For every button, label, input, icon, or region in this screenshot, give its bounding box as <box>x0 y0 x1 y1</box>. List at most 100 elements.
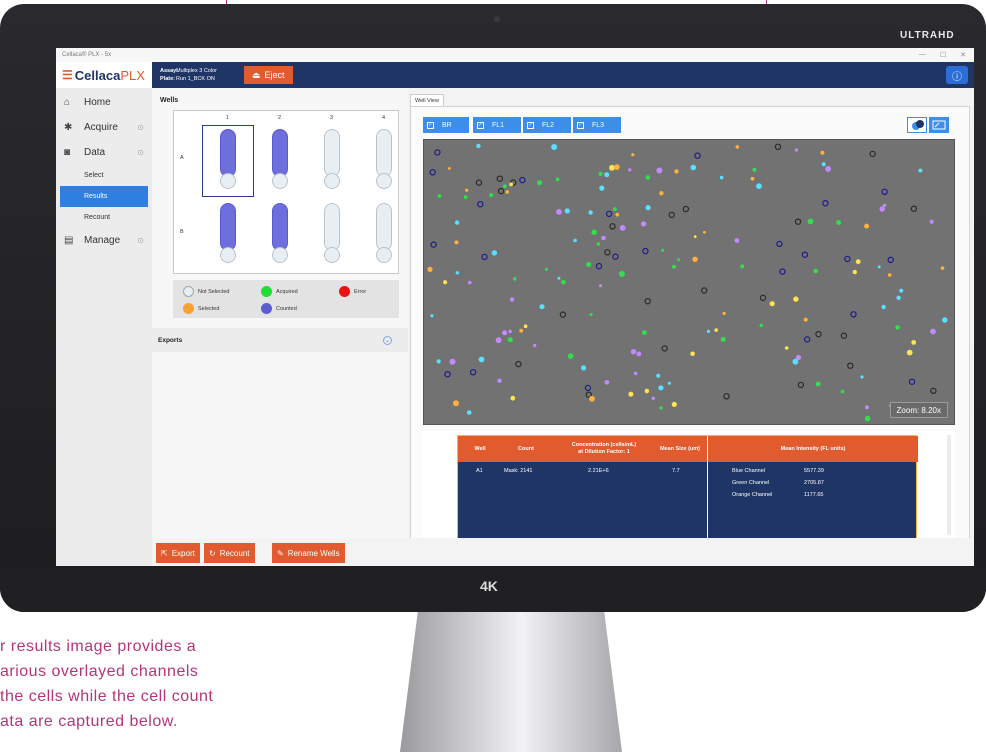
cell-marker <box>661 248 665 252</box>
cell-marker <box>850 311 857 318</box>
4k-badge: 4K <box>480 578 498 594</box>
view-tool-button[interactable] <box>929 117 949 133</box>
well-b3[interactable] <box>324 203 340 251</box>
cell-marker <box>533 343 537 348</box>
export-button[interactable]: ⇱ Export <box>156 543 200 563</box>
cell-marker <box>677 258 680 261</box>
column-header: 4 <box>382 115 386 121</box>
cell-marker <box>840 389 845 394</box>
well-a2-cap <box>272 173 288 189</box>
nav-home[interactable]: ⌂ Home <box>56 90 152 115</box>
maximize-button[interactable]: ☐ <box>940 51 946 59</box>
minimize-button[interactable]: — <box>919 51 926 59</box>
cell-marker <box>929 219 934 224</box>
plate-value: Run 1_BCK ON <box>176 76 215 82</box>
assay-info: Assay:Multiplex 3 Color Plate:Run 1_BCK … <box>160 67 240 83</box>
app-header: ☰ Cellaca PLX Assay:Multiplex 3 Color Pla… <box>56 62 974 88</box>
well-a3-cap <box>324 173 340 189</box>
cell-marker <box>644 297 651 305</box>
cell-marker <box>449 358 456 365</box>
cell-marker <box>942 317 948 323</box>
cell-marker <box>573 238 577 243</box>
legend-not-selected: Not Selected <box>183 286 230 297</box>
cell-marker <box>694 152 701 159</box>
cell-marker <box>813 268 818 274</box>
nav-data[interactable]: ◙ Data ⊙ <box>56 140 152 165</box>
cell-marker <box>779 268 786 275</box>
cell-marker <box>803 317 808 322</box>
cell-marker <box>586 262 592 267</box>
well-a1[interactable] <box>220 129 236 177</box>
well-a2[interactable] <box>272 129 288 177</box>
channel-toggle-fl2[interactable]: ✓ FL2 <box>523 117 571 133</box>
eject-button[interactable]: ⏏ Eject <box>244 66 293 84</box>
cell-marker <box>434 149 441 156</box>
nav-manage[interactable]: ▤ Manage ⊙ <box>56 228 152 253</box>
channel-toggle-fl3[interactable]: ✓ FL3 <box>573 117 621 133</box>
well-b1[interactable] <box>220 203 236 251</box>
close-button[interactable]: ✕ <box>960 51 966 59</box>
cell-marker <box>642 247 649 255</box>
cell-marker <box>437 194 442 198</box>
cell-marker <box>692 256 698 262</box>
cell-marker <box>682 205 690 213</box>
cell-marker <box>636 351 642 357</box>
cell-marker <box>436 359 441 364</box>
cell-marker <box>774 143 782 151</box>
acquired-swatch <box>261 286 272 297</box>
channel-toggle-br[interactable]: ✓ BR <box>423 117 469 133</box>
cell-marker <box>821 162 826 167</box>
recount-button[interactable]: ↻ Recount <box>204 543 255 563</box>
cell-marker <box>752 167 757 172</box>
cell-marker <box>591 229 597 235</box>
well-a3[interactable] <box>324 129 340 177</box>
results-scrollbar[interactable] <box>947 435 951 535</box>
nav-results[interactable]: Results <box>60 186 148 207</box>
exports-section[interactable]: Exports ⌄ <box>152 328 408 352</box>
info-button[interactable]: ⓘ <box>946 66 968 84</box>
cell-marker <box>659 406 663 410</box>
cell-marker <box>908 378 916 385</box>
cell-marker <box>658 385 664 391</box>
cell-marker <box>797 381 805 389</box>
dilution-label: at Dilution Factor: 1 <box>578 449 630 455</box>
cell-marker <box>672 264 676 269</box>
cell-marker <box>918 168 923 173</box>
intensity-channel: Green Channel <box>732 480 770 486</box>
cell-marker <box>455 271 460 275</box>
legend-selected: Selected <box>183 303 219 314</box>
export-label: Export <box>171 548 195 558</box>
overlay-tool-button[interactable] <box>907 117 927 133</box>
nav-home-label: Home <box>84 97 111 108</box>
well-image[interactable]: Zoom: 8.20x <box>423 139 955 425</box>
cell-marker <box>656 373 661 378</box>
well-a4[interactable] <box>376 129 392 177</box>
rename-wells-button[interactable]: ✎ Rename Wells <box>272 543 345 563</box>
window-title: Cellaca® PLX - 5x <box>62 52 112 58</box>
cell-marker <box>628 391 634 397</box>
cell-marker <box>822 200 829 207</box>
cell-marker <box>836 220 842 225</box>
well-b2[interactable] <box>272 203 288 251</box>
cell-marker <box>722 311 726 315</box>
cell-marker <box>481 253 488 261</box>
cell-marker <box>478 356 485 363</box>
legend-label: Acquired <box>276 288 298 295</box>
nav-acquire[interactable]: ✱ Acquire ⊙ <box>56 115 152 140</box>
cell-marker <box>427 266 433 272</box>
nav-select[interactable]: Select <box>60 165 148 186</box>
cell-marker <box>495 337 502 344</box>
legend-label: Selected <box>198 305 220 312</box>
cell-marker <box>690 351 695 357</box>
well-b4[interactable] <box>376 203 392 251</box>
cell-marker <box>502 184 507 189</box>
cell-marker <box>496 175 504 182</box>
cell-marker <box>906 349 913 356</box>
pencil-icon: ✎ <box>277 548 284 558</box>
channel-toggle-fl1[interactable]: ✓ FL1 <box>473 117 521 133</box>
tab-well-view[interactable]: Well View <box>410 94 444 106</box>
chevron-down-icon[interactable]: ⌄ <box>383 335 392 345</box>
nav-recount[interactable]: Recount <box>60 207 148 228</box>
cell-marker <box>561 279 566 285</box>
cell-marker <box>510 395 516 401</box>
